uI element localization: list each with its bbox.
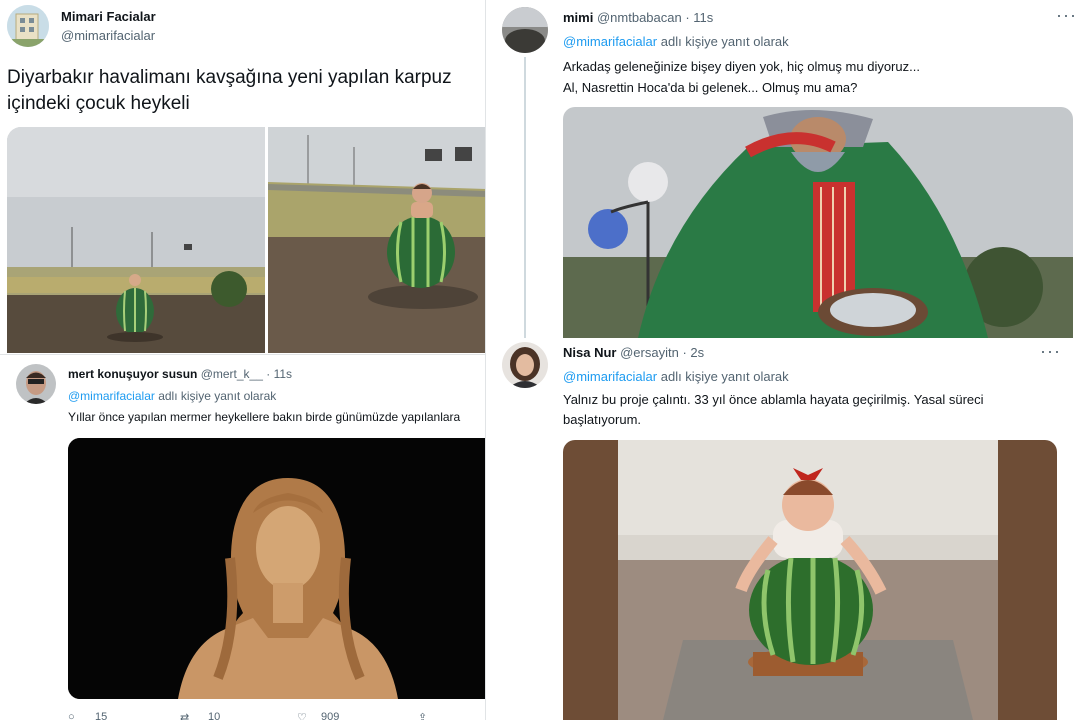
reply-to-label: adlı kişiye yanıt olarak [660, 34, 789, 49]
reply-text-line-2: başlatıyorum. [563, 412, 642, 427]
retweet-count: 10 [208, 711, 221, 720]
panel-divider-horizontal [0, 354, 486, 355]
thread-line [524, 57, 526, 338]
reply-context: @mimarifacialar adlı kişiye yanıt olarak [563, 369, 789, 384]
reply-to-handle[interactable]: @mimarifacialar [68, 389, 155, 403]
reply-text: Yıllar önce yapılan mermer heykellere ba… [68, 410, 461, 424]
timestamp[interactable]: · 11s [685, 10, 713, 25]
avatar[interactable] [502, 7, 548, 53]
building-avatar-image [7, 5, 49, 47]
reply-to-label: adlı kişiye yanıt olarak [158, 389, 277, 403]
more-horizontal-icon[interactable]: ··· [1056, 6, 1077, 24]
reply-to-label: adlı kişiye yanıt olarak [660, 369, 789, 384]
reply-nisa-nur: Nisa Nur @ersayitn · 2s ··· @mimarifacia… [486, 338, 1080, 720]
display-name[interactable]: Nisa Nur [563, 345, 616, 360]
reply-to-handle[interactable]: @mimarifacialar [563, 369, 657, 384]
like-count: 909 [321, 711, 340, 720]
nasreddin-hoca-statue-photo [563, 107, 1073, 338]
display-name[interactable]: mert konuşuyor susun [68, 367, 197, 381]
reply-header: mert konuşuyor susun @mert_k__ · 11s [68, 367, 292, 381]
mert-avatar-image [16, 364, 56, 404]
baby-in-watermelon-photo [563, 440, 1057, 720]
handle[interactable]: @nmtbabacan [597, 10, 682, 25]
tweet-mimari-facialar: Mimari Facialar @mimarifacialar Diyarbak… [0, 0, 486, 355]
handle[interactable]: @ersayitn [620, 345, 679, 360]
watermelon-statue-wide-photo [7, 127, 265, 353]
reply-text-line-2: Al, Nasrettin Hoca'da bi gelenek... Olmu… [563, 80, 858, 95]
avatar[interactable] [502, 342, 548, 388]
reply-photo[interactable] [563, 440, 1057, 720]
panel-divider-vertical [485, 0, 486, 720]
tweet-text-line-2: içindeki çocuk heykeli [7, 93, 190, 114]
avatar[interactable] [7, 5, 49, 47]
tweet-photo-1[interactable] [7, 127, 265, 353]
avatar[interactable] [16, 364, 56, 404]
share-icon[interactable]: ⇪ [418, 711, 427, 720]
timestamp[interactable]: · 2s [682, 345, 704, 360]
reply-photo[interactable] [563, 107, 1073, 338]
mimi-avatar-image [502, 7, 548, 53]
reply-count: 15 [95, 711, 108, 720]
reply-photo[interactable] [68, 438, 486, 699]
retweet-icon[interactable]: ⇄ [180, 711, 189, 720]
reply-to-handle[interactable]: @mimarifacialar [563, 34, 657, 49]
more-horizontal-icon[interactable]: ··· [1040, 342, 1061, 360]
nisa-avatar-image [502, 342, 548, 388]
reply-text-line-1: Arkadaş geleneğinize bişey diyen yok, hi… [563, 59, 920, 74]
display-name[interactable]: mimi [563, 10, 593, 25]
display-name[interactable]: Mimari Facialar [61, 9, 156, 24]
heart-icon[interactable]: ♡ [297, 711, 307, 720]
marble-statue-photo [68, 438, 486, 699]
reply-icon[interactable]: ○ [68, 711, 75, 720]
reply-mimi: mimi @nmtbabacan · 11s ··· @mimarifacial… [486, 0, 1080, 338]
timestamp[interactable]: · 11s [266, 367, 292, 381]
reply-context: @mimarifacialar adlı kişiye yanıt olarak [68, 389, 276, 403]
handle[interactable]: @mert_k__ [201, 367, 263, 381]
reply-context: @mimarifacialar adlı kişiye yanıt olarak [563, 34, 789, 49]
tweet-text-line-1: Diyarbakır havalimanı kavşağına yeni yap… [7, 67, 452, 88]
tweet-photo-2[interactable] [268, 127, 486, 353]
watermelon-statue-closeup-photo [268, 127, 486, 353]
reply-header: Nisa Nur @ersayitn · 2s [563, 345, 704, 360]
reply-text-line-1: Yalnız bu proje çalıntı. 33 yıl önce abl… [563, 392, 984, 407]
reply-header: mimi @nmtbabacan · 11s [563, 10, 713, 25]
reply-mert: mert konuşuyor susun @mert_k__ · 11s @mi… [0, 355, 486, 720]
handle[interactable]: @mimarifacialar [61, 28, 155, 43]
